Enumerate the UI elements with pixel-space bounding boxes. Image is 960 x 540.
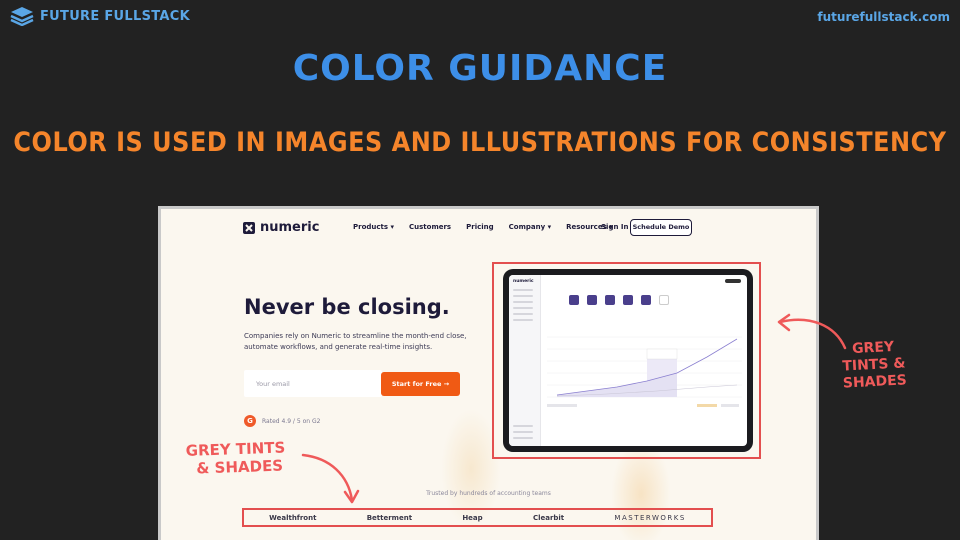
sign-in-link[interactable]: Sign In [601, 223, 628, 231]
sidebar-line [513, 313, 533, 315]
tablet-area-chart [547, 336, 742, 398]
annotation-line: SHADES [842, 372, 908, 392]
tablet-chart-footer [547, 404, 739, 407]
tablet-logo: numeric [513, 279, 534, 284]
sidebar-line [513, 431, 533, 433]
nav-item-pricing[interactable]: Pricing [466, 223, 494, 231]
tablet-screen: numeric [509, 275, 747, 446]
layers-icon [10, 7, 34, 26]
app-icon [605, 295, 615, 305]
tablet-status-dots [725, 279, 741, 283]
sidebar-line [513, 319, 533, 321]
trusted-text: Trusted by hundreds of accounting teams [426, 490, 551, 497]
logo-masterworks: MASTERWORKS [614, 513, 686, 522]
tablet-mockup: numeric [503, 269, 753, 452]
email-input[interactable]: Your email [244, 370, 382, 397]
nav-item-company[interactable]: Company ▾ [509, 223, 551, 231]
tablet-sidebar: numeric [509, 275, 541, 446]
tablet-app-icons [569, 295, 669, 305]
annotation-line: & SHADES [196, 456, 284, 478]
app-icon [623, 295, 633, 305]
slide-title: COLOR GUIDANCE [292, 48, 668, 89]
add-icon [659, 295, 669, 305]
sidebar-line [513, 301, 533, 303]
logo-heap: Heap [462, 513, 483, 522]
annotation-left: GREY TINTS & SHADES [185, 438, 296, 478]
start-free-button[interactable]: Start for Free → [381, 372, 460, 396]
sidebar-line [513, 295, 533, 297]
schedule-demo-button[interactable]: Schedule Demo [630, 219, 692, 236]
brand-name: FUTURE FULLSTACK [40, 8, 190, 24]
sidebar-line [513, 289, 533, 291]
logo-betterment: Betterment [366, 513, 413, 522]
sidebar-line [513, 425, 533, 427]
brand: FUTURE FULLSTACK [10, 6, 190, 26]
sidebar-line [513, 437, 533, 439]
rating: G Rated 4.9 / 5 on G2 [244, 415, 320, 427]
rating-text: Rated 4.9 / 5 on G2 [262, 417, 321, 425]
app-icon [587, 295, 597, 305]
customer-logos-highlight: Wealthfront Betterment Heap Clearbit MAS… [242, 508, 713, 527]
logo-text: numeric [260, 220, 320, 235]
hero-title: Never be closing. [244, 295, 450, 319]
g2-icon: G [244, 415, 256, 427]
app-icon [569, 295, 579, 305]
nav-links: Products ▾ Customers Pricing Company ▾ R… [353, 223, 613, 231]
nav-item-products[interactable]: Products ▾ [353, 223, 394, 231]
logo-wealthfront: Wealthfront [269, 513, 317, 522]
site-nav: numeric Products ▾ Customers Pricing Com… [161, 209, 816, 247]
site-url[interactable]: futurefullstack.com [817, 10, 950, 24]
app-icon [641, 295, 651, 305]
site-logo[interactable]: numeric [243, 220, 319, 235]
nav-item-customers[interactable]: Customers [409, 223, 451, 231]
sidebar-line [513, 307, 533, 309]
hero-description: Companies rely on Numeric to streamline … [244, 332, 467, 351]
numeric-logo-icon [243, 221, 255, 234]
logo-clearbit: Clearbit [532, 513, 565, 522]
slide-subtitle: COLOR IS USED IN IMAGES AND ILLUSTRATION… [13, 126, 947, 158]
annotation-right: GREY TINTS & SHADES [831, 338, 918, 393]
website-screenshot: numeric Products ▾ Customers Pricing Com… [161, 209, 816, 540]
